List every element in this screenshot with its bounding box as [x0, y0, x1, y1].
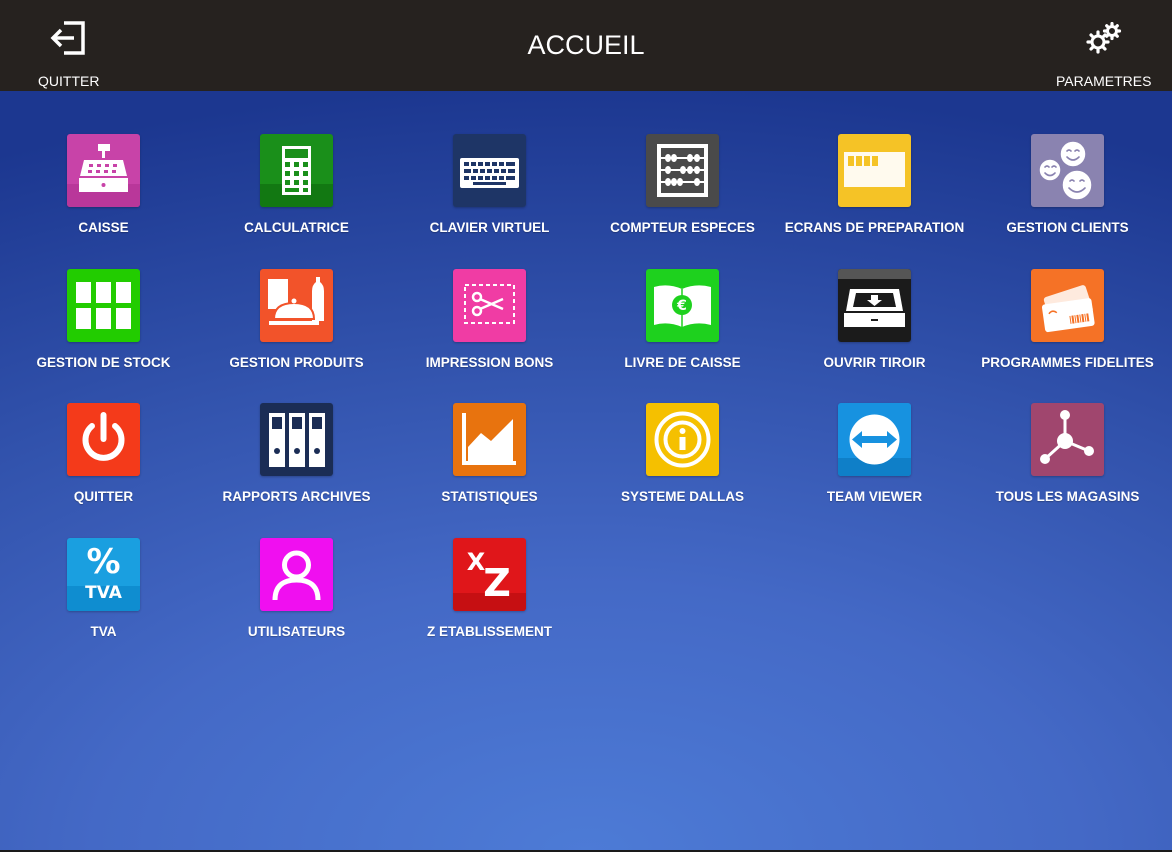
- app-tile-gestion-stock[interactable]: GESTION DE STOCK: [7, 269, 200, 397]
- app-label: TVA: [90, 624, 117, 639]
- app-tile-statistiques[interactable]: STATISTIQUES: [393, 403, 586, 531]
- power-icon: [67, 403, 140, 476]
- quit-label: QUITTER: [38, 73, 100, 89]
- calculator-icon: [260, 134, 333, 207]
- app-tile-ecrans-preparation[interactable]: ECRANS DE PREPARATION: [778, 134, 971, 262]
- teamviewer-icon: [838, 403, 911, 476]
- app-tile-quitter[interactable]: QUITTER: [7, 403, 200, 531]
- binders-icon: [260, 403, 333, 476]
- app-tile-caisse[interactable]: CAISSE: [7, 134, 200, 262]
- area-chart-icon: [453, 403, 526, 476]
- app-tile-tva[interactable]: % TVA TVA: [7, 538, 200, 666]
- app-tile-gestion-clients[interactable]: GESTION CLIENTS: [971, 134, 1164, 262]
- loyalty-cards-icon: [1031, 269, 1104, 342]
- svg-text:%: %: [86, 542, 120, 582]
- svg-text:Z: Z: [483, 561, 511, 605]
- app-tile-tous-magasins[interactable]: TOUS LES MAGASINS: [971, 403, 1164, 531]
- dallas-key-icon: [646, 403, 719, 476]
- svg-text:€: €: [676, 298, 687, 314]
- app-tile-calculatrice[interactable]: CALCULATRICE: [200, 134, 393, 262]
- app-label: UTILISATEURS: [247, 624, 346, 639]
- app-label: TEAM VIEWER: [826, 489, 923, 504]
- app-tile-z-etablissement[interactable]: X Z Z ETABLISSEMENT: [393, 538, 586, 666]
- network-icon: [1031, 403, 1104, 476]
- app-label: LIVRE DE CAISSE: [624, 355, 741, 370]
- settings-button[interactable]: PARAMETRES: [1032, 0, 1172, 91]
- app-tile-compteur-especes[interactable]: COMPTEUR ESPECES: [586, 134, 779, 262]
- keyboard-icon: [453, 134, 526, 207]
- app-tile-systeme-dallas[interactable]: SYSTEME DALLAS: [586, 403, 779, 531]
- app-label: Z ETABLISSEMENT: [426, 624, 552, 639]
- app-label: TOUS LES MAGASINS: [995, 489, 1140, 504]
- app-tile-impression-bons[interactable]: IMPRESSION BONS: [393, 269, 586, 397]
- gears-icon: [1086, 22, 1122, 54]
- app-label: PROGRAMMES FIDELITES: [981, 355, 1154, 370]
- app-tile-team-viewer[interactable]: TEAM VIEWER: [778, 403, 971, 531]
- cash-register-icon: [67, 134, 140, 207]
- app-label: QUITTER: [73, 489, 134, 504]
- app-label: OUVRIR TIROIR: [823, 355, 926, 370]
- app-tile-utilisateurs[interactable]: UTILISATEURS: [200, 538, 393, 666]
- app-label: CAISSE: [78, 220, 129, 235]
- page-title: ACCUEIL: [527, 30, 645, 60]
- cash-drawer-icon: [838, 269, 911, 342]
- app-label: GESTION DE STOCK: [36, 355, 171, 370]
- app-tile-programmes-fidelites[interactable]: PROGRAMMES FIDELITES: [971, 269, 1164, 397]
- app-tile-livre-caisse[interactable]: € LIVRE DE CAISSE: [586, 269, 779, 397]
- coupon-scissors-icon: [453, 269, 526, 342]
- app-tile-clavier-virtuel[interactable]: CLAVIER VIRTUEL: [393, 134, 586, 262]
- app-label: CLAVIER VIRTUEL: [429, 220, 550, 235]
- products-cloche-icon: [260, 269, 333, 342]
- percent-tva-icon: % TVA: [67, 538, 140, 611]
- app-label: GESTION CLIENTS: [1006, 220, 1129, 235]
- abacus-icon: [646, 134, 719, 207]
- xz-report-icon: X Z: [453, 538, 526, 611]
- app-label: COMPTEUR ESPECES: [610, 220, 755, 235]
- cash-book-euro-icon: €: [646, 269, 719, 342]
- stock-grid-icon: [67, 269, 140, 342]
- app-label: GESTION PRODUITS: [229, 355, 364, 370]
- svg-text:TVA: TVA: [85, 583, 123, 603]
- app-label: RAPPORTS ARCHIVES: [222, 489, 371, 504]
- app-tile-gestion-produits[interactable]: GESTION PRODUITS: [200, 269, 393, 397]
- settings-label: PARAMETRES: [1056, 73, 1152, 89]
- top-bar: QUITTER ACCUEIL PARAMETRES: [0, 0, 1172, 91]
- app-label: CALCULATRICE: [244, 220, 349, 235]
- app-label: STATISTIQUES: [441, 489, 538, 504]
- app-label: ECRANS DE PREPARATION: [784, 220, 965, 235]
- customers-icon: [1031, 134, 1104, 207]
- app-label: IMPRESSION BONS: [425, 355, 554, 370]
- app-label: SYSTEME DALLAS: [620, 489, 744, 504]
- app-tile-rapports-archives[interactable]: RAPPORTS ARCHIVES: [200, 403, 393, 531]
- preparation-screen-icon: [838, 134, 911, 207]
- user-icon: [260, 538, 333, 611]
- app-tile-ouvrir-tiroir[interactable]: OUVRIR TIROIR: [778, 269, 971, 397]
